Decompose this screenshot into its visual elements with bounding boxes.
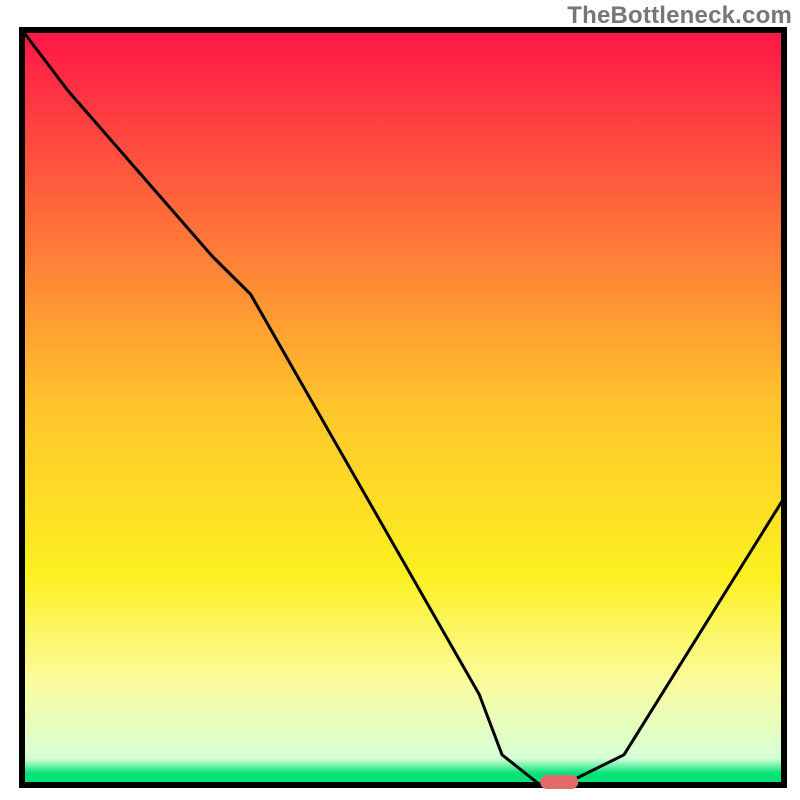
chart-container: TheBottleneck.com [0,0,800,800]
watermark-label: TheBottleneck.com [567,2,792,30]
optimal-marker [540,775,578,789]
bottleneck-chart [0,0,800,800]
chart-background [22,30,784,785]
